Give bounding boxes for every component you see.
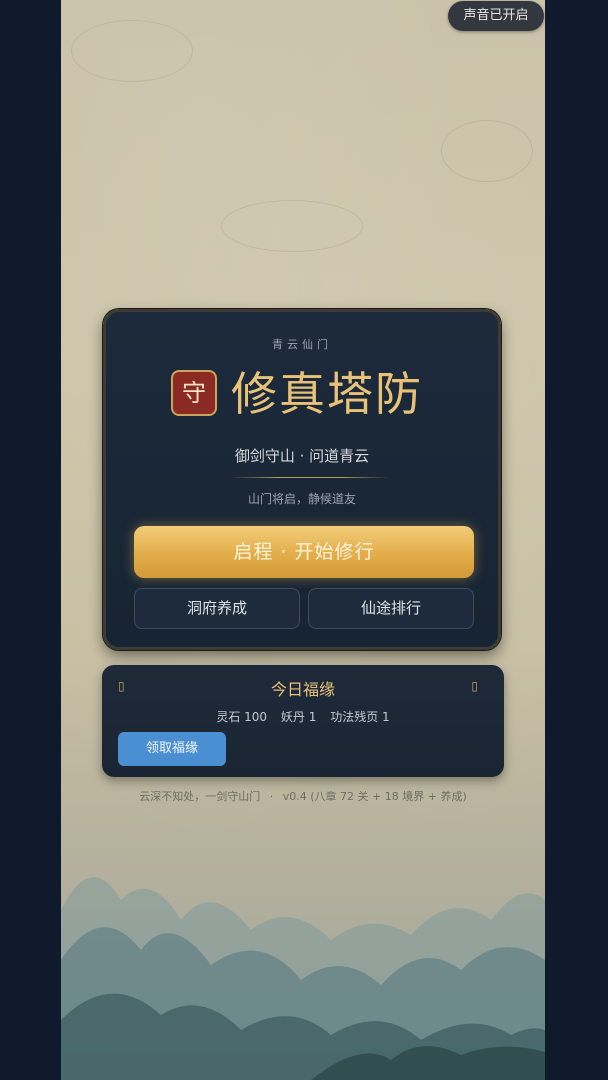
ornament-right-icon: ▯ <box>471 679 478 693</box>
cloud-swirl-decoration <box>441 120 533 182</box>
reward-item-demon-core: 妖丹 1 <box>280 710 317 724</box>
cloud-swirl-decoration <box>71 20 193 82</box>
version-text: v0.4 (八章 72 关 + 18 境界 + 养成) <box>282 790 467 803</box>
game-title: 修真塔防 <box>231 367 423 421</box>
mountain-landscape-illustration <box>61 790 545 1080</box>
cloud-swirl-decoration <box>221 200 363 252</box>
start-game-button[interactable]: 启程 · 开始修行 <box>134 526 474 578</box>
footer-info: 云深不知处，一剑守山门 · v0.4 (八章 72 关 + 18 境界 + 养成… <box>61 788 545 804</box>
tagline: 山门将启，静候道友 <box>247 492 356 506</box>
claim-fortune-button[interactable]: 领取福缘 <box>118 732 226 766</box>
game-screen: 声音已开启 青云仙门 守 修真塔防 御剑守山 · 问道青云 山门将启，静候道友 … <box>61 0 545 1080</box>
footer-separator: · <box>269 790 274 803</box>
sound-toggle-button[interactable]: 声音已开启 <box>448 1 544 31</box>
footer-motto: 云深不知处，一剑守山门 <box>139 790 261 803</box>
sect-name: 青云仙门 <box>272 338 332 351</box>
game-subtitle: 御剑守山 · 问道青云 <box>234 447 370 465</box>
cave-dwelling-button[interactable]: 洞府养成 <box>134 588 300 629</box>
title-divider <box>231 477 389 478</box>
rewards-list: 灵石 100 妖丹 1 功法残页 1 <box>102 708 504 725</box>
reward-item-technique-page: 功法残页 1 <box>330 710 390 724</box>
daily-fortune-title: 今日福缘 <box>270 680 335 699</box>
daily-fortune-panel: ▯ 今日福缘 ▯ 灵石 100 妖丹 1 功法残页 1 领取福缘 <box>102 665 504 777</box>
leaderboard-button[interactable]: 仙途排行 <box>308 588 474 629</box>
guard-seal-icon: 守 <box>171 370 217 416</box>
reward-item-spirit-stone: 灵石 100 <box>216 710 268 724</box>
title-card: 青云仙门 守 修真塔防 御剑守山 · 问道青云 山门将启，静候道友 启程 · 开… <box>103 309 501 650</box>
